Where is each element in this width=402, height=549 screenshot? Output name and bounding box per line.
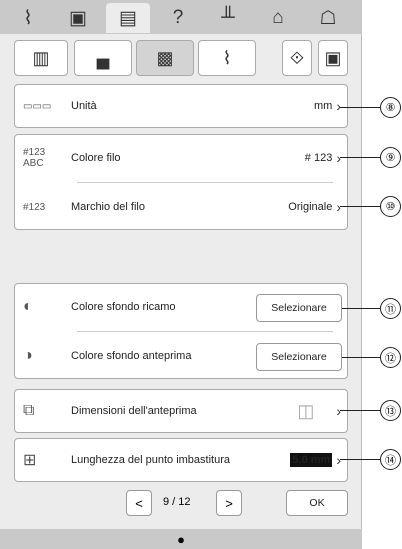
document-icon[interactable]: ▤ [106, 3, 150, 33]
preview-size-row[interactable]: ⧉ Dimensioni dell'anteprima ◫ › [15, 390, 347, 432]
divider [77, 182, 333, 183]
top-tab-bar: ⌇ ▣ ▤ ? ╨ ⌂ ☖ [0, 0, 362, 34]
book-icon[interactable]: ▥ [14, 40, 68, 76]
callout-line [340, 206, 380, 207]
divider [77, 331, 333, 332]
ruler-icon: ▭▭▭ [23, 100, 52, 112]
lock-icon[interactable]: ⌂ [256, 3, 300, 33]
thread-brand-label: Marchio del filo [71, 200, 145, 213]
fullscreen-icon[interactable]: ▣ [318, 40, 348, 76]
thread-brand-value: Originale [288, 201, 333, 213]
sewing-machine-icon[interactable]: ▄ [74, 40, 132, 76]
chevron-right-icon: › [336, 98, 341, 114]
thread-brand-row[interactable]: #123 Marchio del filo Originale › [15, 185, 347, 229]
preview-size-label: Dimensioni dell'anteprima [71, 404, 197, 417]
embroidery-icon[interactable]: ▩ [136, 40, 194, 76]
chevron-right-icon: › [336, 150, 341, 166]
units-value: mm [314, 100, 333, 112]
units-label: Unità [71, 99, 97, 112]
settings-screen: ⌇ ▣ ▤ ? ╨ ⌂ ☖ ▥ ▄ ▩ ⌇ ⟐ ▣ ▭▭▭ Unità mm ›… [0, 0, 362, 549]
bobbin-icon[interactable]: ╨ [206, 3, 250, 33]
palette-icon: ◑ [23, 347, 33, 364]
callout-line [342, 357, 380, 358]
basting-length-row[interactable]: ⊞ Lunghezza del punto imbastitura 5.0 mm… [15, 439, 347, 481]
callout-8: ⑧ [380, 97, 401, 118]
embroidery-bg-select-button[interactable]: Selezionare [256, 294, 342, 322]
callout-line [340, 107, 380, 108]
preview-size-graphic: ◫ [297, 400, 315, 421]
page-indicator: 9 / 12 [163, 496, 191, 508]
basting-panel: ⊞ Lunghezza del punto imbastitura 5.0 mm… [14, 438, 348, 482]
chevron-right-icon: › [336, 199, 341, 215]
callout-14: ⑭ [380, 449, 401, 470]
thread-color-value: # 123 [304, 152, 333, 164]
chevron-right-icon: › [336, 452, 341, 468]
callout-11: ⑪ [380, 298, 401, 319]
wifi-icon[interactable]: ⌇ [6, 3, 50, 33]
callout-line [340, 157, 380, 158]
bottom-bar: ● [0, 529, 362, 549]
units-row[interactable]: ▭▭▭ Unità mm › [15, 85, 347, 127]
house-icon[interactable]: ☖ [306, 3, 350, 33]
basting-length-label: Lunghezza del punto imbastitura [71, 453, 230, 466]
palette-icon: ◐ [23, 298, 33, 315]
callout-line [342, 308, 380, 309]
preview-size-icon: ⧉ [23, 402, 35, 419]
next-page-button[interactable]: > [216, 490, 242, 516]
thread-color-icon: #123 ABC [23, 147, 46, 169]
preview-bg-select-button[interactable]: Selezionare [256, 343, 342, 371]
thread-brand-icon: #123 [23, 201, 46, 213]
preview-size-panel: ⧉ Dimensioni dell'anteprima ◫ › [14, 389, 348, 433]
thread-color-row[interactable]: #123 ABC Colore filo # 123 › [15, 135, 347, 181]
callout-13: ⑬ [380, 400, 401, 421]
units-panel: ▭▭▭ Unità mm › [14, 84, 348, 128]
camera-icon[interactable]: ▣ [56, 3, 100, 33]
thread-panel: #123 ABC Colore filo # 123 › #123 Marchi… [14, 134, 348, 230]
callout-9: ⑨ [380, 147, 401, 168]
prev-page-button[interactable]: < [126, 490, 152, 516]
basting-length-value: 5.0 mm [290, 453, 333, 467]
callout-12: ⑫ [380, 347, 401, 368]
chevron-right-icon: › [336, 403, 341, 419]
wireless-icon[interactable]: ⌇ [198, 40, 256, 76]
clock-icon: ● [177, 531, 185, 547]
rotate-icon[interactable]: ⟐ [282, 40, 312, 76]
callout-line [340, 410, 380, 411]
callout-line [340, 459, 380, 460]
ok-button[interactable]: OK [286, 490, 348, 516]
basting-stitch-icon: ⊞ [23, 452, 37, 469]
thread-color-label: Colore filo [71, 151, 121, 164]
callout-10: ⑩ [380, 196, 401, 217]
help-icon[interactable]: ? [156, 3, 200, 33]
